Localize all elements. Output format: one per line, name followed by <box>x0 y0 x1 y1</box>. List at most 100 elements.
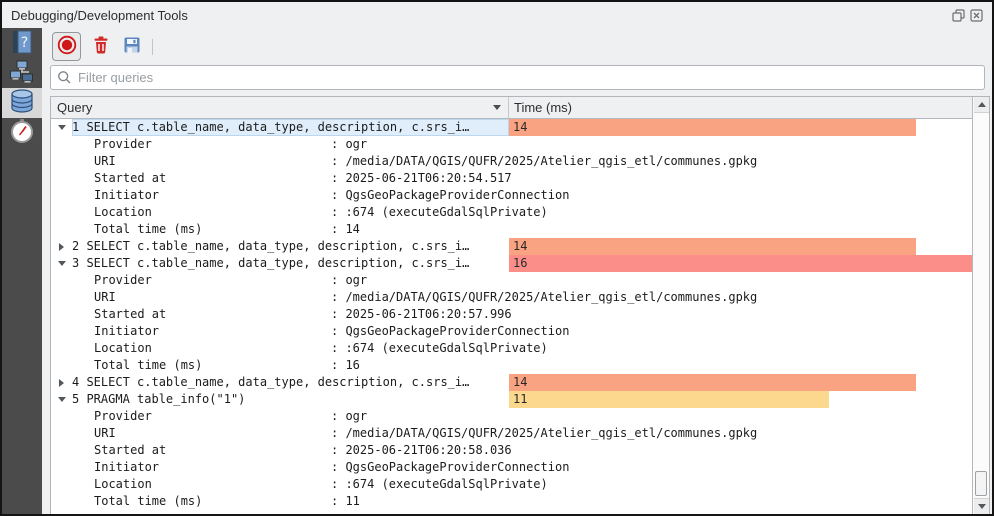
clear-button[interactable] <box>90 36 112 58</box>
query-time-cell: 14 <box>509 374 974 391</box>
vertical-scrollbar[interactable] <box>972 97 989 514</box>
detail-value: : /media/DATA/QGIS/QUFR/2025/Atelier_qgi… <box>331 153 757 170</box>
query-table-body: 1 SELECT c.table_name, data_type, descri… <box>51 119 989 510</box>
toolbar <box>52 32 153 61</box>
detail-row[interactable]: URI: /media/DATA/QGIS/QUFR/2025/Atelier_… <box>51 153 989 170</box>
query-time-cell: 16 <box>509 255 974 272</box>
profiler-icon <box>9 118 35 149</box>
detail-label: Started at <box>94 306 331 323</box>
query-sql-cell[interactable]: 2 SELECT c.table_name, data_type, descri… <box>72 238 509 255</box>
save-icon <box>122 35 142 58</box>
detail-row[interactable]: Initiator: QgsGeoPackageProviderConnecti… <box>51 323 989 340</box>
detail-label: Total time (ms) <box>94 493 331 510</box>
time-bar: 14 <box>509 238 916 255</box>
scrollbar-thumb[interactable] <box>975 471 987 496</box>
detail-label: Location <box>94 204 331 221</box>
detail-row[interactable]: Provider: ogr <box>51 136 989 153</box>
detail-label: URI <box>94 289 331 306</box>
detail-row[interactable]: Location: :674 (executeGdalSqlPrivate) <box>51 476 989 493</box>
query-row[interactable]: 5 PRAGMA table_info("1")11 <box>51 391 989 408</box>
svg-text:?: ? <box>21 35 28 51</box>
detail-row[interactable]: Location: :674 (executeGdalSqlPrivate) <box>51 340 989 357</box>
panel-title: Debugging/Development Tools <box>11 8 188 23</box>
titlebar[interactable]: Debugging/Development Tools <box>2 2 992 28</box>
detail-label: URI <box>94 153 331 170</box>
query-row[interactable]: 3 SELECT c.table_name, data_type, descri… <box>51 255 989 272</box>
detail-row[interactable]: Total time (ms): 16 <box>51 357 989 374</box>
detail-row[interactable]: URI: /media/DATA/QGIS/QUFR/2025/Atelier_… <box>51 425 989 442</box>
detail-value: : 11 <box>331 493 360 510</box>
detail-label: Initiator <box>94 459 331 476</box>
detail-row[interactable]: Initiator: QgsGeoPackageProviderConnecti… <box>51 187 989 204</box>
trash-icon <box>91 35 111 58</box>
detail-value: : :674 (executeGdalSqlPrivate) <box>331 340 548 357</box>
devtools-tabbar: ? <box>2 28 42 514</box>
detail-row[interactable]: Provider: ogr <box>51 408 989 425</box>
detail-value: : :674 (executeGdalSqlPrivate) <box>331 476 548 493</box>
time-column-label: Time (ms) <box>514 100 572 115</box>
arrow-glyph <box>58 261 66 266</box>
scroll-up-button[interactable] <box>974 97 989 113</box>
detail-value: : 14 <box>331 221 360 238</box>
expand-arrow-icon[interactable] <box>51 379 72 387</box>
collapse-arrow-icon[interactable] <box>51 397 72 402</box>
query-sql-cell[interactable]: 4 SELECT c.table_name, data_type, descri… <box>72 374 509 391</box>
detail-label: Provider <box>94 272 331 289</box>
detail-label: Provider <box>94 408 331 425</box>
devtools-panel: Debugging/Development Tools <box>0 0 994 516</box>
query-time-cell: 11 <box>509 391 974 408</box>
detail-label: Provider <box>94 136 331 153</box>
detail-value: : 2025-06-21T06:20:57.996 <box>331 306 512 323</box>
detail-row[interactable]: Started at: 2025-06-21T06:20:54.517 <box>51 170 989 187</box>
detail-label: Started at <box>94 170 331 187</box>
detail-row[interactable]: URI: /media/DATA/QGIS/QUFR/2025/Atelier_… <box>51 289 989 306</box>
detail-value: : /media/DATA/QGIS/QUFR/2025/Atelier_qgi… <box>331 289 757 306</box>
detail-value: : ogr <box>331 136 367 153</box>
collapse-arrow-icon[interactable] <box>51 125 72 130</box>
arrow-glyph <box>59 243 64 251</box>
query-row[interactable]: 2 SELECT c.table_name, data_type, descri… <box>51 238 989 255</box>
detail-label: Total time (ms) <box>94 357 331 374</box>
record-icon <box>56 34 78 59</box>
record-button[interactable] <box>52 32 81 61</box>
search-icon <box>57 70 72 90</box>
detail-label: Initiator <box>94 187 331 204</box>
detail-value: : 16 <box>331 357 360 374</box>
tab-api-documentation[interactable]: ? <box>2 30 42 58</box>
query-time-cell: 14 <box>509 238 974 255</box>
detail-row[interactable]: Provider: ogr <box>51 272 989 289</box>
query-row[interactable]: 4 SELECT c.table_name, data_type, descri… <box>51 374 989 391</box>
save-button[interactable] <box>121 36 143 58</box>
detail-row[interactable]: Total time (ms): 14 <box>51 221 989 238</box>
time-bar: 11 <box>509 391 829 408</box>
detail-value: : QgsGeoPackageProviderConnection <box>331 187 569 204</box>
float-icon[interactable] <box>951 8 965 22</box>
detail-value: : 2025-06-21T06:20:54.517 <box>331 170 512 187</box>
detail-row[interactable]: Location: :674 (executeGdalSqlPrivate) <box>51 204 989 221</box>
query-sql-cell[interactable]: 1 SELECT c.table_name, data_type, descri… <box>72 119 509 136</box>
filter-queries-input[interactable] <box>50 65 985 90</box>
detail-row[interactable]: Total time (ms): 11 <box>51 493 989 510</box>
detail-row[interactable]: Started at: 2025-06-21T06:20:58.036 <box>51 442 989 459</box>
query-sql-cell[interactable]: 5 PRAGMA table_info("1") <box>72 391 509 408</box>
tab-profiler[interactable] <box>2 119 42 147</box>
scroll-down-icon <box>978 504 986 509</box>
detail-row[interactable]: Initiator: QgsGeoPackageProviderConnecti… <box>51 459 989 476</box>
tab-network-logger[interactable] <box>2 59 42 87</box>
scroll-down-button[interactable] <box>974 498 989 514</box>
column-header-query[interactable]: Query <box>51 97 509 118</box>
query-row[interactable]: 1 SELECT c.table_name, data_type, descri… <box>51 119 989 136</box>
query-sql-cell[interactable]: 3 SELECT c.table_name, data_type, descri… <box>72 255 509 272</box>
query-logger-icon <box>9 88 35 119</box>
collapse-arrow-icon[interactable] <box>51 261 72 266</box>
tab-query-logger[interactable] <box>2 88 42 118</box>
close-icon[interactable] <box>969 8 983 22</box>
scroll-up-icon <box>978 102 986 107</box>
panel-content: ? <box>2 28 992 514</box>
detail-row[interactable]: Started at: 2025-06-21T06:20:57.996 <box>51 306 989 323</box>
column-header-time[interactable]: Time (ms) <box>509 97 972 118</box>
expand-arrow-icon[interactable] <box>51 243 72 251</box>
detail-value: : /media/DATA/QGIS/QUFR/2025/Atelier_qgi… <box>331 425 757 442</box>
detail-label: URI <box>94 425 331 442</box>
help-book-icon: ? <box>9 29 35 60</box>
